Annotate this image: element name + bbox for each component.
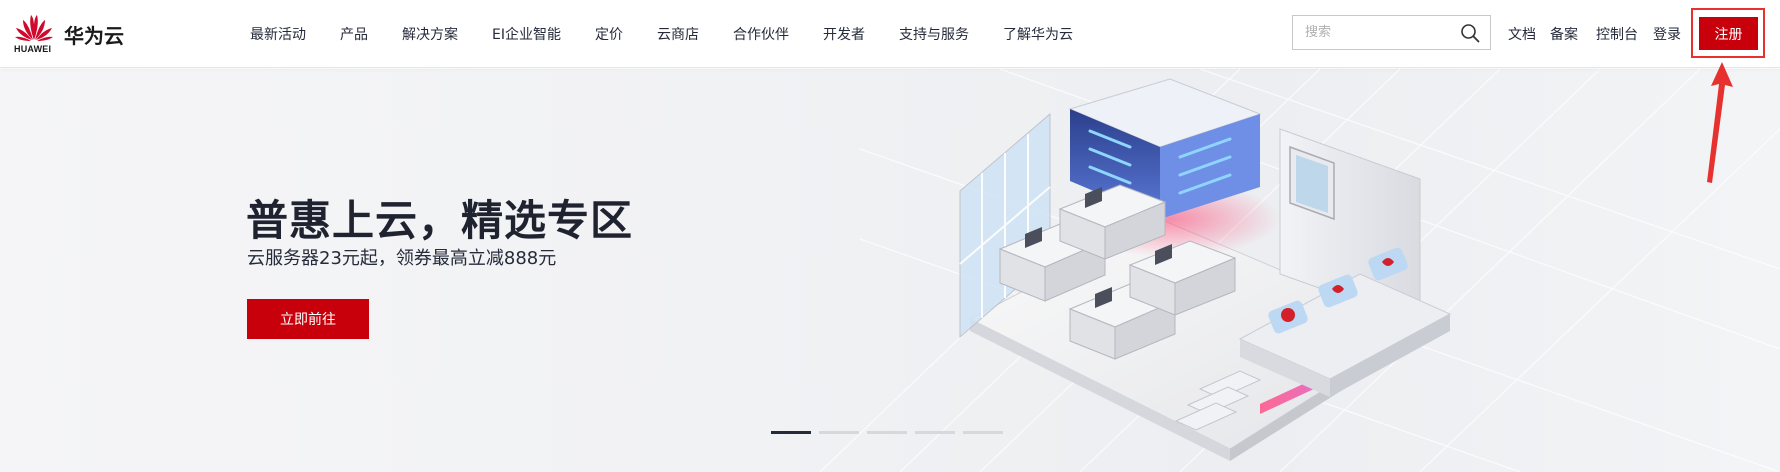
docs-link[interactable]: 文档: [1508, 0, 1536, 68]
annotation-arrow-icon: [1707, 62, 1733, 183]
nav-item-partners[interactable]: 合作伙伴: [733, 24, 789, 44]
filing-link[interactable]: 备案: [1550, 0, 1578, 68]
register-button[interactable]: 注册: [1699, 17, 1758, 50]
nav-item-marketplace[interactable]: 云商店: [657, 24, 699, 44]
page: HUAWEI 华为云 最新活动 产品 解决方案 EI企业智能 定价 云商店 合作…: [0, 0, 1780, 472]
carousel-dot-4[interactable]: [915, 431, 955, 434]
huawei-petal-icon: [15, 15, 53, 41]
hero-subtitle: 云服务器23元起，领券最高立减888元: [247, 248, 557, 269]
carousel-dot-5[interactable]: [963, 431, 1003, 434]
search-icon[interactable]: [1460, 23, 1480, 43]
nav-item-solutions[interactable]: 解决方案: [402, 24, 458, 44]
nav-item-support[interactable]: 支持与服务: [899, 24, 969, 44]
logo-brand-name: 华为云: [64, 24, 124, 48]
nav-item-latest-events[interactable]: 最新活动: [250, 24, 306, 44]
search-box: [1292, 15, 1491, 50]
nav-item-pricing[interactable]: 定价: [595, 24, 623, 44]
search-input[interactable]: [1293, 16, 1453, 49]
hero-banner: 普惠上云，精选专区 云服务器23元起，领券最高立减888元 立即前往: [0, 69, 1780, 472]
isometric-office-illustration: [959, 78, 1452, 461]
logo-wordmark: HUAWEI: [14, 44, 52, 54]
carousel-dot-3[interactable]: [867, 431, 907, 434]
nav-item-about[interactable]: 了解华为云: [1003, 24, 1073, 44]
login-link[interactable]: 登录: [1653, 0, 1681, 68]
nav-item-developers[interactable]: 开发者: [823, 24, 865, 44]
main-nav: 最新活动 产品 解决方案 EI企业智能 定价 云商店 合作伙伴 开发者 支持与服…: [250, 0, 1107, 68]
console-link[interactable]: 控制台: [1596, 0, 1638, 68]
huawei-cloud-logo[interactable]: HUAWEI 华为云: [14, 12, 124, 56]
carousel-dot-1[interactable]: [771, 431, 811, 434]
carousel-indicators: [771, 431, 1011, 434]
carousel-dot-2[interactable]: [819, 431, 859, 434]
hero-title: 普惠上云，精选专区: [246, 196, 634, 245]
nav-item-products[interactable]: 产品: [340, 24, 368, 44]
top-header: HUAWEI 华为云 最新活动 产品 解决方案 EI企业智能 定价 云商店 合作…: [0, 0, 1780, 68]
go-now-button[interactable]: 立即前往: [247, 299, 369, 339]
nav-item-ei[interactable]: EI企业智能: [492, 24, 561, 44]
